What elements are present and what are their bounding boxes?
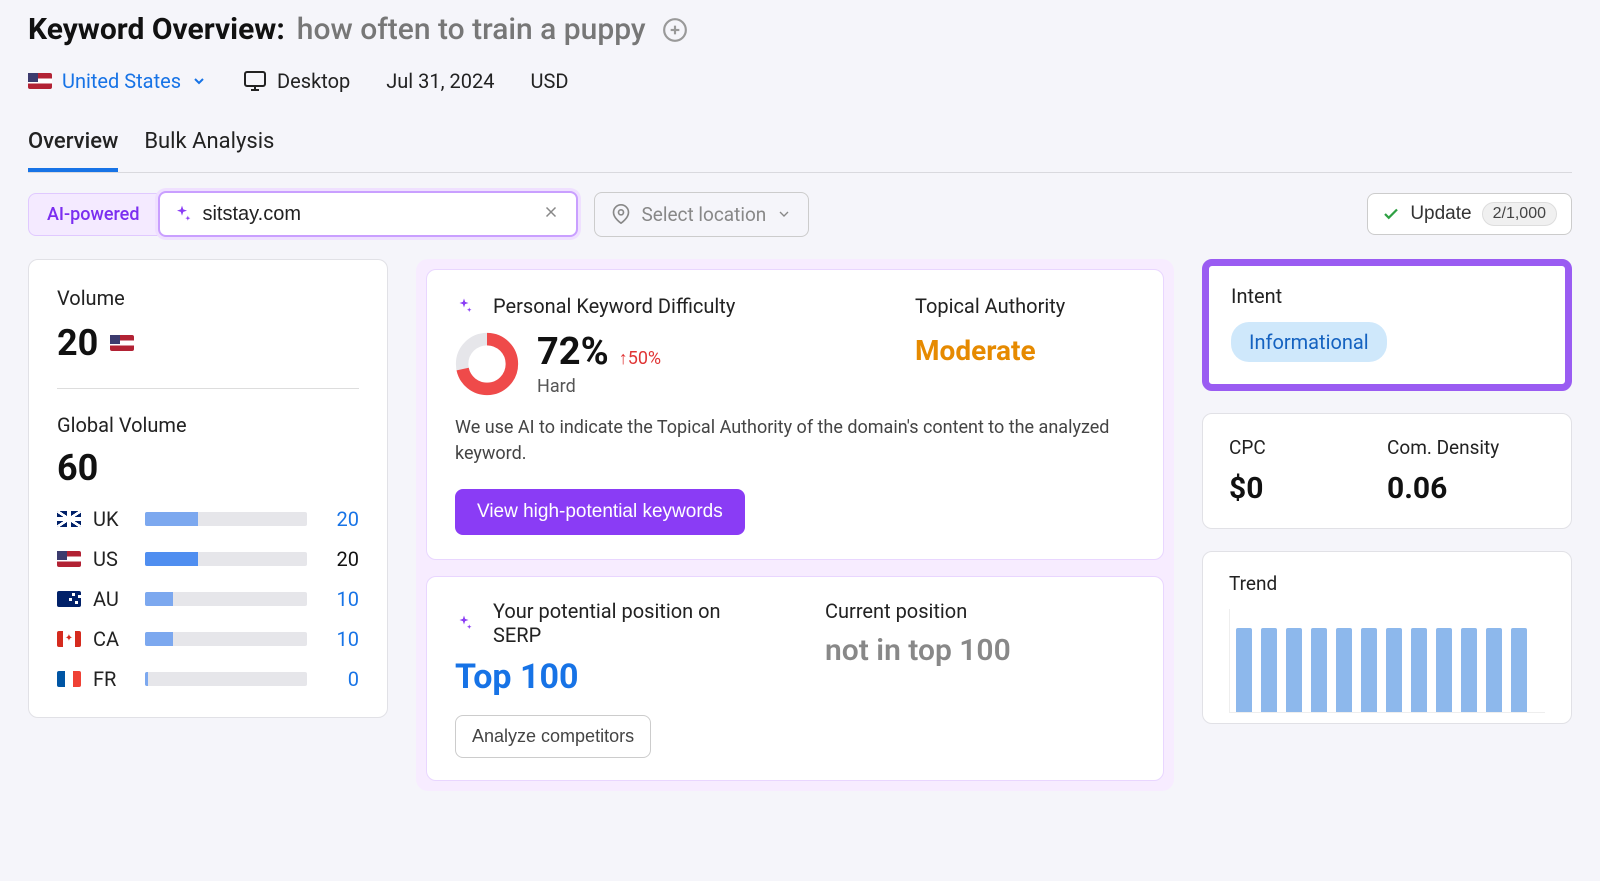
- location-placeholder: Select location: [641, 203, 766, 226]
- trend-bar: [1436, 628, 1452, 712]
- update-button[interactable]: Update 2/1,000: [1367, 193, 1572, 235]
- page-title-keyword: how often to train a puppy: [297, 12, 646, 47]
- country-volume-value: 20: [319, 507, 359, 531]
- serp-position-card: Your potential position on SERP Top 100 …: [426, 576, 1164, 781]
- difficulty-donut-chart: [455, 332, 519, 396]
- country-code: AU: [93, 587, 133, 611]
- update-count-badge: 2/1,000: [1482, 202, 1557, 226]
- location-selector[interactable]: Select location: [594, 192, 809, 237]
- volume-value: 20: [57, 322, 98, 364]
- potential-position-value: Top 100: [455, 657, 765, 697]
- com-density-label: Com. Density: [1387, 436, 1545, 459]
- location-pin-icon: [611, 204, 631, 224]
- domain-input[interactable]: [202, 203, 538, 226]
- pkd-difficulty-label: Hard: [537, 376, 661, 397]
- topical-authority-value: Moderate: [915, 334, 1135, 367]
- flag-ca-icon: [57, 631, 81, 647]
- flag-fr-icon: [57, 671, 81, 687]
- trend-bar: [1486, 628, 1502, 712]
- date-label: Jul 31, 2024: [386, 69, 494, 93]
- trend-bar: [1461, 628, 1477, 712]
- country-volume-bar: [145, 592, 307, 606]
- trend-bar-chart: [1229, 609, 1545, 713]
- country-row[interactable]: FR 0: [57, 667, 359, 691]
- chevron-down-icon: [776, 206, 792, 222]
- country-volume-value: 0: [319, 667, 359, 691]
- trend-bar: [1336, 628, 1352, 712]
- intent-card: Intent Informational: [1202, 259, 1572, 391]
- checkmark-icon: [1382, 205, 1400, 223]
- personal-keyword-difficulty-card: Personal Keyword Difficulty: [426, 269, 1164, 560]
- intent-label: Intent: [1231, 284, 1543, 308]
- desktop-icon: [243, 69, 267, 93]
- trend-bar: [1361, 628, 1377, 712]
- page-title-prefix: Keyword Overview:: [28, 12, 285, 47]
- current-position-label: Current position: [825, 599, 967, 623]
- country-selector[interactable]: United States: [28, 69, 207, 93]
- domain-input-container[interactable]: [158, 191, 578, 237]
- tab-bulk-analysis[interactable]: Bulk Analysis: [144, 129, 274, 172]
- flag-us-icon: [57, 551, 81, 567]
- cpc-density-card: CPC $0 Com. Density 0.06: [1202, 413, 1572, 529]
- country-row[interactable]: UK 20: [57, 507, 359, 531]
- flag-au-icon: [57, 591, 81, 607]
- trend-label: Trend: [1229, 572, 1545, 595]
- country-row[interactable]: CA 10: [57, 627, 359, 651]
- topical-authority-label: Topical Authority: [915, 294, 1135, 318]
- clear-domain-icon[interactable]: [538, 199, 564, 229]
- trend-bar: [1311, 628, 1327, 712]
- trend-bar: [1411, 628, 1427, 712]
- trend-bar: [1286, 628, 1302, 712]
- global-volume-value: 60: [57, 447, 359, 489]
- pkd-percent: 72%: [537, 330, 609, 374]
- country-row[interactable]: AU 10: [57, 587, 359, 611]
- pkd-label: Personal Keyword Difficulty: [493, 294, 735, 318]
- analyze-competitors-button[interactable]: Analyze competitors: [455, 715, 651, 758]
- device-selector[interactable]: Desktop: [243, 69, 350, 93]
- intent-badge: Informational: [1231, 322, 1387, 362]
- update-label: Update: [1410, 203, 1471, 225]
- country-volume-bar: [145, 672, 307, 686]
- trend-card: Trend: [1202, 551, 1572, 724]
- flag-us-icon: [28, 73, 52, 89]
- country-volume-value: 10: [319, 587, 359, 611]
- country-code: FR: [93, 667, 133, 691]
- country-code: US: [93, 547, 133, 571]
- country-volume-bar: [145, 512, 307, 526]
- country-volume-value: 10: [319, 627, 359, 651]
- country-code: CA: [93, 627, 133, 651]
- pkd-delta: ↑50%: [619, 348, 661, 369]
- country-volume-value: 20: [319, 547, 359, 571]
- trend-bar: [1261, 628, 1277, 712]
- potential-position-label: Your potential position on SERP: [493, 599, 765, 647]
- country-selector-label: United States: [62, 69, 181, 93]
- trend-bar: [1386, 628, 1402, 712]
- cpc-label: CPC: [1229, 436, 1387, 459]
- cpc-value: $0: [1229, 471, 1387, 506]
- com-density-value: 0.06: [1387, 471, 1545, 506]
- flag-uk-icon: [57, 511, 81, 527]
- country-volume-bar: [145, 632, 307, 646]
- sparkle-icon: [455, 297, 473, 315]
- country-code: UK: [93, 507, 133, 531]
- global-volume-label: Global Volume: [57, 413, 359, 437]
- flag-us-icon: [110, 335, 134, 351]
- chevron-down-icon: [191, 73, 207, 89]
- trend-bar: [1236, 628, 1252, 712]
- ai-powered-badge: AI-powered: [28, 193, 158, 236]
- device-label: Desktop: [277, 69, 350, 93]
- current-position-value: not in top 100: [825, 633, 1135, 668]
- volume-card: Volume 20 Global Volume 60 UK20US20AU10C…: [28, 259, 388, 718]
- tab-overview[interactable]: Overview: [28, 129, 118, 172]
- country-volume-bar: [145, 552, 307, 566]
- sparkle-icon: [172, 204, 192, 224]
- currency-label: USD: [530, 69, 568, 93]
- volume-label: Volume: [57, 286, 359, 310]
- pkd-description: We use AI to indicate the Topical Author…: [455, 415, 1135, 467]
- add-keyword-icon[interactable]: [662, 17, 688, 43]
- view-high-potential-button[interactable]: View high-potential keywords: [455, 489, 745, 535]
- country-row[interactable]: US 20: [57, 547, 359, 571]
- sparkle-icon: [455, 614, 473, 632]
- trend-bar: [1511, 628, 1527, 712]
